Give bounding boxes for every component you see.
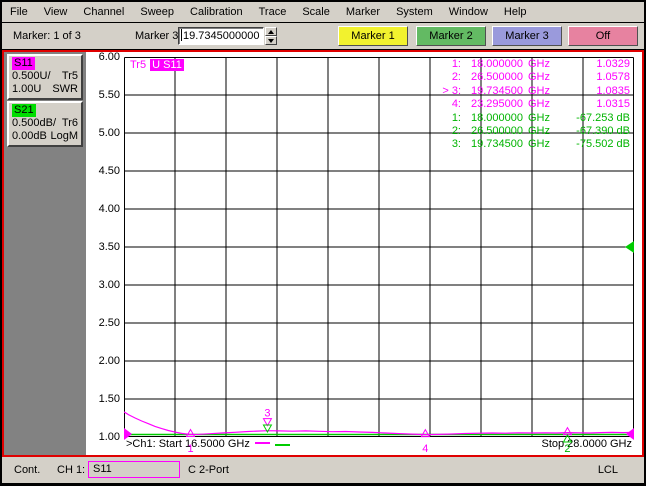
y-axis-label: 3.00 bbox=[88, 279, 120, 291]
menu-item-view[interactable]: View bbox=[36, 2, 76, 22]
marker-frequency-input[interactable]: 19.7345000000 GHz bbox=[178, 27, 264, 45]
toolbar-button-marker-2[interactable]: Marker 2 bbox=[416, 26, 486, 46]
tr5-reference-arrow-right bbox=[626, 428, 634, 440]
menu-item-marker[interactable]: Marker bbox=[338, 2, 388, 22]
marker-readout-row: 1:18.000000GHz-67.253 dB bbox=[431, 112, 630, 125]
menu-item-scale[interactable]: Scale bbox=[294, 2, 338, 22]
s21-parameter-chip: S21 bbox=[12, 104, 36, 117]
marker-1-symbol bbox=[187, 429, 195, 436]
marker-entry-label: Marker 3 bbox=[135, 30, 178, 42]
tr5-scale: 0.500U/ bbox=[12, 70, 51, 83]
marker-frequency-value: 19.7345000000 GHz bbox=[183, 30, 264, 42]
tr6-scale: 0.500dB/ bbox=[12, 117, 56, 130]
y-axis-label: 4.00 bbox=[88, 203, 120, 215]
tr6-format: LogM bbox=[50, 130, 78, 143]
spinner-down-button[interactable] bbox=[265, 36, 277, 45]
menu-item-calibration[interactable]: Calibration bbox=[182, 2, 251, 22]
marker-4-symbol bbox=[421, 430, 429, 437]
text-caret bbox=[181, 29, 182, 41]
arrow-down-icon bbox=[268, 39, 274, 43]
menu-item-channel[interactable]: Channel bbox=[75, 2, 132, 22]
tr5-reference-arrow-left bbox=[124, 428, 132, 440]
marker-frequency-spinner bbox=[265, 27, 277, 45]
marker-count-status: Marker: 1 of 3 bbox=[13, 30, 81, 42]
active-trace-id: Tr5 bbox=[130, 59, 146, 71]
active-trace-title: Tr5 U S11 bbox=[130, 59, 184, 71]
arrow-up-icon bbox=[268, 30, 274, 34]
y-axis-label: 4.50 bbox=[88, 165, 120, 177]
menu-item-help[interactable]: Help bbox=[496, 2, 535, 22]
y-axis-label: 5.50 bbox=[88, 89, 120, 101]
y-axis-label: 3.50 bbox=[88, 241, 120, 253]
marker-readout-row: 2:26.500000GHz1.0578 bbox=[431, 71, 630, 84]
y-axis-label: 5.00 bbox=[88, 127, 120, 139]
menu-bar: FileViewChannelSweepCalibrationTraceScal… bbox=[2, 2, 644, 22]
cal-status: C 2-Port bbox=[188, 464, 229, 476]
marker-readout-row: 4:23.295000GHz1.0315 bbox=[431, 98, 630, 111]
marker-3-label: 3 bbox=[264, 408, 270, 420]
plot-area: 6.00 5.50 5.00 4.50 4.00 3.50 3.00 2.50 2.00 1.50… bbox=[86, 52, 642, 455]
y-axis-label: 1.00 bbox=[88, 431, 120, 443]
toolbar-button-off[interactable]: Off bbox=[568, 26, 638, 46]
y-axis-label: 2.00 bbox=[88, 355, 120, 367]
spinner-up-button[interactable] bbox=[265, 27, 277, 36]
marker-readout-row: 3:19.734500GHz-75.502 dB bbox=[431, 138, 630, 151]
trace-status-tr6[interactable]: S21 0.500dB/Tr6 0.00dBLogM bbox=[7, 101, 83, 147]
tr6-id: Tr6 bbox=[62, 117, 78, 130]
marker-2-label: 2 bbox=[564, 443, 570, 455]
menu-item-window[interactable]: Window bbox=[441, 2, 496, 22]
active-measurement-box: S11 bbox=[88, 461, 180, 478]
marker-1-label: 1 bbox=[187, 443, 193, 455]
tr5-format: SWR bbox=[52, 83, 78, 96]
menu-item-system[interactable]: System bbox=[388, 2, 441, 22]
marker-4-label: 4 bbox=[422, 443, 428, 455]
marker-readout-swr: 1:18.000000GHz1.03292:26.500000GHz1.0578… bbox=[431, 58, 630, 112]
marker-toolbar: Marker: 1 of 3 Marker 3 19.7345000000 GH… bbox=[2, 23, 644, 49]
tr5-ref: 1.00U bbox=[12, 83, 41, 96]
y-axis-label: 6.00 bbox=[88, 52, 120, 63]
menu-item-file[interactable]: File bbox=[2, 2, 36, 22]
tr6-ref: 0.00dB bbox=[12, 130, 47, 143]
channel-label: CH 1: bbox=[57, 464, 85, 476]
status-bar: Cont. CH 1: S11 C 2-Port LCL bbox=[2, 457, 644, 483]
menu-item-sweep[interactable]: Sweep bbox=[132, 2, 182, 22]
application-window: FileViewChannelSweepCalibrationTraceScal… bbox=[0, 0, 646, 486]
channel-window: S11 0.500U/Tr5 1.00U SWR S21 0.500dB/Tr6 … bbox=[2, 50, 644, 457]
toolbar-button-marker-3[interactable]: Marker 3 bbox=[492, 26, 562, 46]
y-axis-label: 2.50 bbox=[88, 317, 120, 329]
trace-status-tr5[interactable]: S11 0.500U/Tr5 1.00U SWR bbox=[7, 54, 83, 100]
trace-status-sidebar: S11 0.500U/Tr5 1.00U SWR S21 0.500dB/Tr6 … bbox=[4, 52, 86, 455]
marker-readout-row: 1:18.000000GHz1.0329 bbox=[431, 58, 630, 71]
marker-readout-row: > 3:19.734500GHz1.0835 bbox=[431, 85, 630, 98]
tr5-id: Tr5 bbox=[62, 70, 78, 83]
menu-item-trace[interactable]: Trace bbox=[251, 2, 295, 22]
y-axis-label: 1.50 bbox=[88, 393, 120, 405]
tr6-reference-arrow-right bbox=[625, 241, 634, 253]
marker-2-symbol bbox=[563, 428, 571, 435]
marker-readout-row: 2:26.500000GHz-67.390 dB bbox=[431, 125, 630, 138]
marker-readout: 1:18.000000GHz1.03292:26.500000GHz1.0578… bbox=[431, 58, 630, 152]
s11-parameter-chip: S11 bbox=[12, 57, 35, 70]
toolbar-button-marker-1[interactable]: Marker 1 bbox=[338, 26, 408, 46]
active-trace-tag: U S11 bbox=[150, 59, 184, 71]
sweep-mode-status: Cont. bbox=[14, 464, 40, 476]
lcl-status: LCL bbox=[598, 464, 618, 476]
marker-readout-logm: 1:18.000000GHz-67.253 dB2:26.500000GHz-6… bbox=[431, 112, 630, 152]
